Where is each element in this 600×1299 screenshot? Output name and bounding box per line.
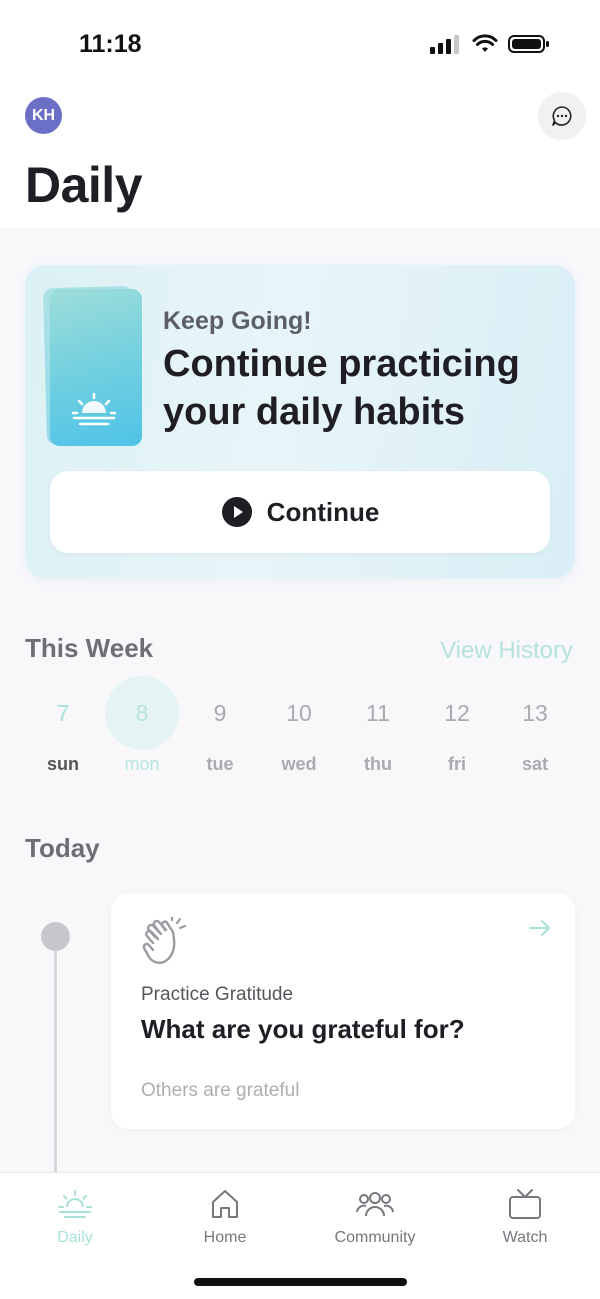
- status-bar: 11:18: [0, 0, 600, 90]
- home-indicator[interactable]: [194, 1278, 407, 1286]
- day-name: fri: [448, 754, 466, 774]
- tab-label: Community: [334, 1229, 416, 1246]
- task-title: What are you grateful for?: [141, 1014, 465, 1044]
- hero-subtitle: Keep Going!: [163, 307, 312, 335]
- continue-button[interactable]: Continue: [50, 471, 550, 553]
- timeline-line: [54, 950, 57, 1172]
- day-name: mon: [124, 754, 160, 774]
- day-number: 12: [444, 699, 470, 726]
- tab-community[interactable]: Community: [300, 1185, 450, 1247]
- day-sun[interactable]: 7 sun: [26, 676, 100, 786]
- gratitude-task-card[interactable]: Practice Gratitude What are you grateful…: [111, 893, 575, 1129]
- day-tue[interactable]: 9 tue: [183, 676, 257, 786]
- home-icon: [212, 1190, 238, 1218]
- day-number: 11: [366, 699, 390, 726]
- tab-daily[interactable]: Daily: [0, 1185, 150, 1247]
- tab-home[interactable]: Home: [150, 1185, 300, 1247]
- avatar[interactable]: KH: [25, 97, 62, 134]
- arrow-right-icon[interactable]: [529, 919, 551, 937]
- wifi-icon: [472, 34, 498, 52]
- tv-icon: [509, 1189, 541, 1219]
- day-name: tue: [206, 754, 234, 774]
- day-name: thu: [364, 754, 392, 774]
- tab-label: Home: [203, 1229, 247, 1246]
- status-icons: [430, 34, 550, 54]
- day-wed[interactable]: 10 wed: [262, 676, 336, 786]
- battery-icon: [508, 35, 549, 53]
- day-mon[interactable]: 8 mon: [105, 676, 179, 786]
- today-heading: Today: [25, 833, 100, 863]
- chat-button[interactable]: [538, 92, 586, 140]
- status-time: 11:18: [79, 30, 142, 58]
- day-name: wed: [281, 754, 317, 774]
- chat-bubble-icon: [552, 106, 572, 126]
- page-title: Daily: [25, 157, 143, 213]
- day-number: 13: [522, 699, 548, 726]
- day-sat[interactable]: 13 sat: [498, 676, 572, 786]
- task-meta: Others are grateful: [141, 1080, 300, 1101]
- play-icon: [221, 497, 252, 527]
- tab-label: Daily: [57, 1229, 93, 1246]
- people-icon: [356, 1192, 394, 1217]
- sunrise-icon: [58, 1190, 92, 1218]
- continue-practice-card[interactable]: Keep Going! Continue practicing your dai…: [25, 265, 575, 578]
- day-name: sun: [46, 754, 79, 774]
- continue-button-label: Continue: [266, 496, 380, 527]
- day-fri[interactable]: 12 fri: [420, 676, 494, 786]
- day-number: 7: [56, 699, 70, 726]
- sunrise-icon: [71, 393, 117, 426]
- view-history-link[interactable]: View History: [440, 637, 573, 665]
- task-category: Practice Gratitude: [141, 984, 294, 1005]
- hero-title: Continue practicing your daily habits: [163, 343, 520, 433]
- day-name: sat: [521, 754, 548, 774]
- clapping-hands-icon: [142, 917, 187, 965]
- tab-label: Watch: [502, 1229, 548, 1246]
- this-week-heading: This Week: [25, 633, 154, 663]
- header: KH Daily: [0, 90, 600, 228]
- timeline-dot: [41, 922, 70, 951]
- cellular-signal-icon: [430, 35, 459, 54]
- day-thu[interactable]: 11 thu: [341, 676, 415, 786]
- day-number: 8: [105, 676, 179, 750]
- day-number: 9: [213, 699, 227, 726]
- day-number: 10: [286, 699, 312, 726]
- habit-card-art: [50, 289, 142, 446]
- tab-watch[interactable]: Watch: [450, 1185, 600, 1247]
